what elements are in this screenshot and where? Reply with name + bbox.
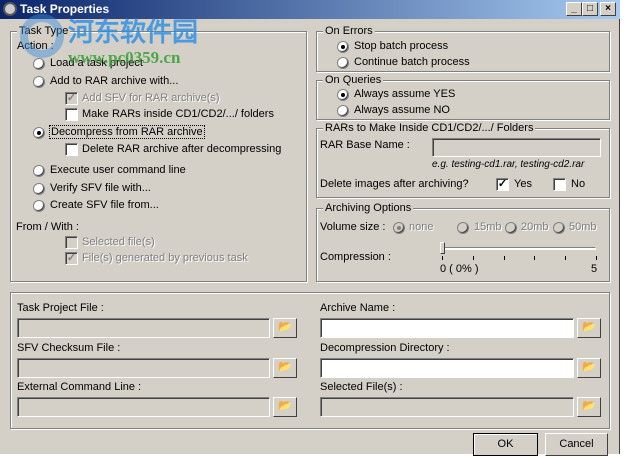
browse-selected-files-button[interactable]: 📂 xyxy=(577,397,601,417)
radio-label: Verify SFV file with... xyxy=(50,182,151,194)
browse-external-button[interactable]: 📂 xyxy=(273,397,297,417)
slider-tick xyxy=(534,256,536,260)
slider-tick xyxy=(472,256,474,260)
slider-tick xyxy=(503,256,505,260)
radio-label: Load a task project xyxy=(50,57,143,69)
cancel-button[interactable]: Cancel xyxy=(545,433,608,456)
delete-after-label: Delete RAR archive after decompressing xyxy=(82,143,282,155)
radio-label: Execute user command line xyxy=(50,164,186,176)
no-label: No xyxy=(571,178,586,190)
volume-20mb-radio[interactable] xyxy=(505,222,517,234)
rar-base-name-input[interactable] xyxy=(432,138,601,157)
folder-open-icon: 📂 xyxy=(582,321,596,333)
radio[interactable] xyxy=(33,127,45,139)
ok-button[interactable]: OK xyxy=(473,433,538,456)
title-bar[interactable]: Task Properties _ □ × xyxy=(0,0,620,19)
maximize-button[interactable]: □ xyxy=(582,2,598,16)
radio-label: Decompress from RAR archive xyxy=(49,125,205,139)
compression-slider[interactable] xyxy=(440,242,598,262)
slider-thumb[interactable] xyxy=(440,242,445,254)
radio[interactable] xyxy=(33,165,45,177)
task-project-label: Task Project File : xyxy=(17,302,104,314)
slider-tick xyxy=(596,256,597,260)
assume-yes-label: Always assume YES xyxy=(354,88,456,100)
volume-label: 50mb xyxy=(569,221,597,233)
slider-tick xyxy=(565,256,567,260)
task-type-legend: Task Type xyxy=(17,25,71,37)
on-queries-legend: On Queries xyxy=(323,74,384,86)
sfv-label: SFV Checksum File : xyxy=(17,342,121,354)
sfv-input[interactable] xyxy=(17,358,270,378)
continue-batch-label: Continue batch process xyxy=(354,56,470,68)
browse-task-project-button[interactable]: 📂 xyxy=(273,318,297,338)
delete-images-no-checkbox[interactable] xyxy=(553,178,566,191)
delete-images-yes-checkbox[interactable]: ✓ xyxy=(496,178,509,191)
archive-name-input[interactable] xyxy=(320,318,574,338)
continue-batch-radio[interactable] xyxy=(337,57,349,69)
folder-open-icon: 📂 xyxy=(278,400,292,412)
folder-open-icon: 📂 xyxy=(278,321,292,333)
delete-after-checkbox[interactable] xyxy=(65,143,78,156)
assume-no-label: Always assume NO xyxy=(354,104,450,116)
browse-decompression-dir-button[interactable]: 📂 xyxy=(577,358,601,378)
on-errors-legend: On Errors xyxy=(323,25,375,37)
volume-size-label: Volume size : xyxy=(320,221,386,233)
delete-images-label: Delete images after archiving? xyxy=(320,178,469,190)
minimize-button[interactable]: _ xyxy=(566,2,582,16)
generated-files-checkbox[interactable]: ✓ xyxy=(65,252,78,265)
task-project-input[interactable] xyxy=(17,318,270,338)
slider-track xyxy=(442,247,596,250)
compression-min-label: 0 ( 0% ) xyxy=(440,263,479,275)
selected-files-field-label: Selected File(s) : xyxy=(320,381,403,393)
selected-files-checkbox[interactable] xyxy=(65,236,78,249)
browse-archive-name-button[interactable]: 📂 xyxy=(577,318,601,338)
radio[interactable] xyxy=(33,200,45,212)
generated-files-label: File(s) generated by previous task xyxy=(82,252,248,264)
archive-name-label: Archive Name : xyxy=(320,302,396,314)
volume-label: none xyxy=(409,221,434,233)
folder-open-icon: 📂 xyxy=(278,361,292,373)
radio-label: Add to RAR archive with... xyxy=(50,75,179,87)
make-rars-cd-label: Make RARs inside CD1/CD2/.../ folders xyxy=(82,108,274,120)
stop-batch-label: Stop batch process xyxy=(354,40,449,52)
volume-label: 15mb xyxy=(474,221,502,233)
base-name-example: e.g. testing-cd1.rar, testing-cd2.rar xyxy=(432,159,585,170)
radio[interactable] xyxy=(33,58,45,70)
task-properties-window: Task Properties _ □ × Task Type Action :… xyxy=(0,0,620,456)
volume-15mb-radio[interactable] xyxy=(457,222,469,234)
browse-sfv-button[interactable]: 📂 xyxy=(273,358,297,378)
slider-tick xyxy=(442,256,443,260)
stop-batch-radio[interactable] xyxy=(337,41,349,53)
radio-label: Create SFV file from... xyxy=(50,199,159,211)
archiving-legend: Archiving Options xyxy=(323,202,414,214)
yes-label: Yes xyxy=(514,178,532,190)
app-icon xyxy=(3,2,17,16)
compression-label: Compression : xyxy=(320,251,391,263)
from-with-label: From / With : xyxy=(16,221,79,233)
add-sfv-label: Add SFV for RAR archive(s) xyxy=(82,92,220,104)
action-label: Action : xyxy=(17,40,54,52)
rar-base-name-label: RAR Base Name : xyxy=(320,139,410,151)
volume-50mb-radio[interactable] xyxy=(553,222,565,234)
selected-files-label: Selected file(s) xyxy=(82,236,155,248)
compression-max-label: 5 xyxy=(591,263,598,275)
folder-open-icon: 📂 xyxy=(582,400,596,412)
window-title: Task Properties xyxy=(20,2,110,16)
volume-label: 20mb xyxy=(521,221,549,233)
external-command-input[interactable] xyxy=(17,397,270,417)
assume-yes-radio[interactable] xyxy=(337,89,349,101)
add-sfv-checkbox[interactable]: ✓ xyxy=(65,92,78,105)
selected-files-input[interactable] xyxy=(320,397,574,417)
rars-cd-legend: RARs to Make Inside CD1/CD2/.../ Folders xyxy=(323,122,536,134)
radio[interactable] xyxy=(33,76,45,88)
volume-none-radio[interactable] xyxy=(393,222,405,234)
radio[interactable] xyxy=(33,183,45,195)
decompression-dir-input[interactable] xyxy=(320,358,574,378)
external-command-label: External Command Line : xyxy=(17,381,142,393)
assume-no-radio[interactable] xyxy=(337,105,349,117)
make-rars-cd-checkbox[interactable] xyxy=(65,108,78,121)
folder-open-icon: 📂 xyxy=(582,361,596,373)
decompression-dir-label: Decompression Directory : xyxy=(320,342,450,354)
close-button[interactable]: × xyxy=(600,2,616,16)
